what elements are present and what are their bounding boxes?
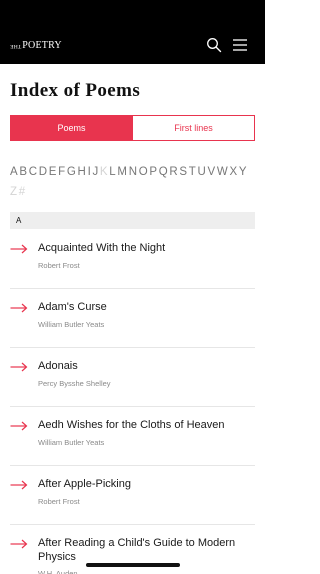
alphabet-letter[interactable]: P — [149, 162, 158, 182]
alphabet-letter[interactable]: Q — [159, 162, 169, 182]
poem-author: William Butler Yeats — [38, 320, 105, 329]
tab-poems[interactable]: Poems — [11, 116, 132, 140]
logo-word-poetry: POETRY — [22, 39, 62, 51]
alphabet-letter: K — [99, 166, 109, 178]
alphabet-letter[interactable]: F — [58, 162, 66, 182]
alphabet-letter: # — [18, 186, 27, 198]
page-title: Index of Poems — [10, 80, 141, 101]
arrow-right-icon — [10, 480, 28, 490]
poem-author: William Butler Yeats — [38, 438, 105, 447]
alphabet-letter[interactable]: L — [109, 162, 117, 182]
poem-title: Aedh Wishes for the Cloths of Heaven — [38, 419, 225, 431]
alphabet-letter[interactable]: Y — [239, 162, 248, 182]
alphabet-letter[interactable]: A — [10, 162, 19, 182]
poem-author: Percy Bysshe Shelley — [38, 379, 111, 388]
alphabet-letter[interactable]: T — [189, 162, 197, 182]
alphabet-letter[interactable]: S — [179, 162, 188, 182]
alphabet-letter[interactable]: W — [217, 162, 229, 182]
poem-author: Robert Frost — [38, 261, 80, 270]
arrow-right-icon — [10, 303, 28, 313]
arrow-right-icon — [10, 421, 28, 431]
alphabet-letter[interactable]: M — [117, 162, 128, 182]
search-button[interactable] — [206, 37, 222, 53]
alphabet-letter[interactable]: I — [88, 162, 92, 182]
arrow-right-icon — [10, 539, 28, 549]
index-type-tabs: Poems First lines — [10, 115, 255, 141]
alphabet-letter[interactable]: G — [67, 162, 77, 182]
poem-list-item[interactable]: Adam's Curse William Butler Yeats — [10, 289, 255, 348]
poem-author: W.H. Auden — [38, 569, 78, 574]
alphabet-letter[interactable]: C — [29, 162, 39, 182]
alphabet-letter[interactable]: N — [129, 162, 139, 182]
alphabet-letter[interactable]: D — [39, 162, 49, 182]
poem-list-item[interactable]: Aedh Wishes for the Cloths of Heaven Will… — [10, 407, 255, 466]
app-header: THE POETRY — [0, 0, 265, 64]
tab-first-lines[interactable]: First lines — [132, 116, 254, 140]
poem-title: Acquainted With the Night — [38, 242, 166, 254]
alphabet-letter[interactable]: J — [92, 162, 99, 182]
poem-title: Adam's Curse — [38, 301, 107, 313]
logo-the: THE — [10, 42, 22, 49]
section-header: A — [10, 212, 255, 229]
poem-list: Acquainted With the Night Robert Frost Ada… — [0, 230, 265, 574]
poem-title: After Apple-Picking — [38, 478, 131, 490]
poem-title: After Reading a Child's Guide to Modern … — [38, 537, 236, 563]
alphabet-letter[interactable]: V — [208, 162, 217, 182]
search-icon — [207, 38, 222, 53]
alphabet-letter[interactable]: U — [198, 162, 208, 182]
poem-list-item[interactable]: Acquainted With the Night Robert Frost — [10, 230, 255, 289]
poem-list-item[interactable]: Adonais Percy Bysshe Shelley — [10, 348, 255, 407]
alphabet-letter[interactable]: E — [49, 162, 58, 182]
alphabet-letter[interactable]: X — [229, 162, 238, 182]
arrow-right-icon — [10, 362, 28, 372]
poem-list-item[interactable]: After Apple-Picking Robert Frost — [10, 466, 255, 525]
alphabet-letter[interactable]: H — [78, 162, 88, 182]
arrow-right-icon — [10, 244, 28, 254]
alphabet-letter: Z — [10, 186, 19, 198]
poem-title: Adonais — [38, 360, 78, 372]
poetry-foundation-logo[interactable]: THE POETRY — [10, 37, 62, 53]
menu-button[interactable] — [232, 37, 248, 53]
alphabet-letter[interactable]: O — [139, 162, 149, 182]
poem-author: Robert Frost — [38, 497, 80, 506]
alphabet-letter[interactable]: R — [169, 162, 179, 182]
home-indicator — [86, 563, 180, 567]
alphabet-letter[interactable]: B — [19, 162, 28, 182]
alphabet-index: ABCDEFGHIJKLMNOPQRSTUVWXY Z# — [10, 162, 255, 202]
hamburger-menu-icon — [233, 39, 247, 51]
